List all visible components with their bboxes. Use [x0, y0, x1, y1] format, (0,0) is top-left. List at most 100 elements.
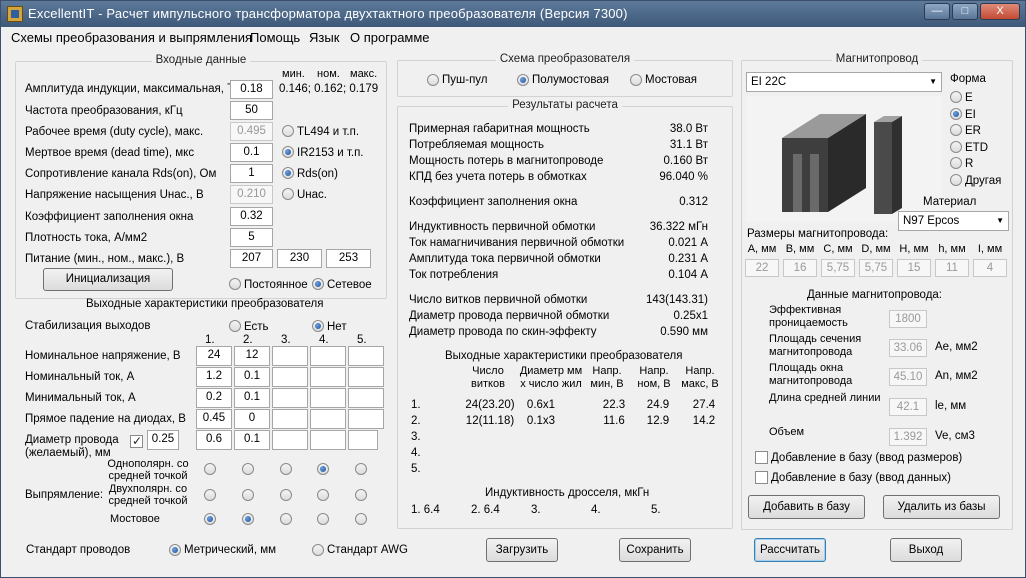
output-cell-input[interactable]	[310, 346, 346, 366]
dim-input[interactable]: 22	[745, 259, 779, 277]
core-select[interactable]: EI 22C ▼	[746, 72, 942, 92]
fill-input[interactable]: 0.32	[230, 207, 273, 226]
maximize-button[interactable]: □	[952, 3, 978, 20]
output-cell-input[interactable]	[310, 388, 346, 408]
core-prop-input[interactable]: 1800	[889, 310, 927, 328]
form-radio[interactable]	[950, 140, 962, 153]
output-cell-input[interactable]: 0	[234, 409, 270, 429]
rectifier-radio[interactable]	[355, 513, 367, 525]
output-cell-input[interactable]	[348, 388, 384, 408]
minimize-button[interactable]: —	[924, 3, 950, 20]
menu-language[interactable]: Язык	[309, 30, 339, 45]
wire-awg-radio[interactable]	[312, 544, 324, 556]
rectifier-radio[interactable]	[317, 463, 329, 475]
stab-no-radio[interactable]	[312, 320, 324, 332]
output-cell-input[interactable]: 1.2	[196, 367, 232, 387]
rectifier-radio[interactable]	[204, 513, 216, 525]
rectifier-radio[interactable]	[355, 463, 367, 475]
rectifier-radio[interactable]	[280, 463, 292, 475]
output-cell-input[interactable]	[272, 346, 308, 366]
output-cell-input[interactable]: 24	[196, 346, 232, 366]
rectifier-radio[interactable]	[242, 463, 254, 475]
output-cell-input[interactable]: 0.45	[196, 409, 232, 429]
output-cell-input[interactable]	[272, 409, 308, 429]
scheme-pushpull-radio[interactable]	[427, 74, 439, 86]
add-to-db-button[interactable]: Добавить в базу	[748, 495, 865, 519]
core-prop-input[interactable]: 42.1	[889, 398, 927, 416]
output-cell-input[interactable]	[348, 430, 378, 450]
rectifier-radio[interactable]	[280, 513, 292, 525]
output-cell-input[interactable]	[272, 367, 308, 387]
freq-input[interactable]: 50	[230, 101, 273, 120]
driver-ir2153-radio[interactable]	[282, 146, 294, 158]
form-radio[interactable]	[950, 173, 962, 186]
load-button[interactable]: Загрузить	[486, 538, 558, 562]
dim-input[interactable]: 5,75	[859, 259, 893, 277]
output-cell-input[interactable]: 0.1	[234, 388, 270, 408]
output-cell-input[interactable]: 0.6	[196, 430, 232, 450]
output-cell-input[interactable]	[310, 367, 346, 387]
core-prop-input[interactable]: 1.392	[889, 428, 927, 446]
dim-input[interactable]: 4	[973, 259, 1007, 277]
add-data-checkbox[interactable]	[755, 471, 768, 484]
supply-dc-radio[interactable]	[229, 278, 241, 290]
rectifier-radio[interactable]	[204, 463, 216, 475]
close-button[interactable]: X	[980, 3, 1020, 20]
output-cell-input[interactable]: 0.25	[147, 430, 179, 450]
wire-desired-checkbox[interactable]	[130, 434, 143, 448]
wire-metric-radio[interactable]	[169, 544, 181, 556]
add-dims-checkbox[interactable]	[755, 451, 768, 464]
output-cell-input[interactable]: 12	[234, 346, 270, 366]
menu-help[interactable]: Помощь	[250, 30, 300, 45]
supply-nom-input[interactable]: 230	[277, 249, 322, 268]
output-cell-input[interactable]	[310, 409, 346, 429]
output-cell-input[interactable]	[310, 430, 346, 450]
rectifier-radio[interactable]	[242, 513, 254, 525]
remove-from-db-button[interactable]: Удалить из базы	[883, 495, 1000, 519]
bmax-input[interactable]: 0.18	[230, 80, 273, 99]
output-cell-input[interactable]	[348, 367, 384, 387]
dim-input[interactable]: 16	[783, 259, 817, 277]
usat-input[interactable]: 0.210	[230, 185, 273, 204]
form-radio[interactable]	[950, 107, 962, 120]
rectifier-radio[interactable]	[317, 489, 329, 501]
mode-rds-radio[interactable]	[282, 167, 294, 179]
dim-input[interactable]: 11	[935, 259, 969, 277]
rds-input[interactable]: 1	[230, 164, 273, 183]
rectifier-radio[interactable]	[317, 513, 329, 525]
init-button[interactable]: Инициализация	[43, 268, 173, 291]
menu-schemes[interactable]: Схемы преобразования и выпрямления	[11, 30, 252, 45]
form-radio[interactable]	[950, 157, 962, 169]
save-button[interactable]: Сохранить	[619, 538, 691, 562]
supply-max-input[interactable]: 253	[326, 249, 371, 268]
current-density-input[interactable]: 5	[230, 228, 273, 247]
output-cell-input[interactable]: 0.2	[196, 388, 232, 408]
scheme-bridge-radio[interactable]	[630, 74, 642, 86]
rectifier-radio[interactable]	[204, 489, 216, 501]
output-cell-input[interactable]: 0.1	[234, 430, 270, 450]
rectifier-radio[interactable]	[242, 489, 254, 501]
exit-button[interactable]: Выход	[890, 538, 962, 562]
menu-about[interactable]: О программе	[350, 30, 430, 45]
mode-usat-radio[interactable]	[282, 188, 294, 200]
output-cell-input[interactable]	[272, 430, 308, 450]
rectifier-radio[interactable]	[355, 489, 367, 501]
dim-input[interactable]: 15	[897, 259, 931, 277]
output-cell-input[interactable]: 0.1	[234, 367, 270, 387]
calculate-button[interactable]: Рассчитать	[754, 538, 826, 562]
dim-input[interactable]: 5,75	[821, 259, 855, 277]
driver-tl494-radio[interactable]	[282, 125, 294, 137]
form-radio[interactable]	[950, 91, 962, 103]
core-prop-input[interactable]: 45.10	[889, 368, 927, 386]
supply-min-input[interactable]: 207	[230, 249, 273, 268]
output-cell-input[interactable]	[272, 388, 308, 408]
core-prop-input[interactable]: 33.06	[889, 339, 927, 357]
dead-input[interactable]: 0.1	[230, 143, 273, 162]
output-cell-input[interactable]	[348, 346, 384, 366]
scheme-halfbridge-radio[interactable]	[517, 74, 529, 86]
stab-yes-radio[interactable]	[229, 320, 241, 332]
duty-input[interactable]: 0.495	[230, 122, 273, 141]
output-cell-input[interactable]	[348, 409, 384, 429]
rectifier-radio[interactable]	[280, 489, 292, 501]
form-radio[interactable]	[950, 124, 962, 136]
